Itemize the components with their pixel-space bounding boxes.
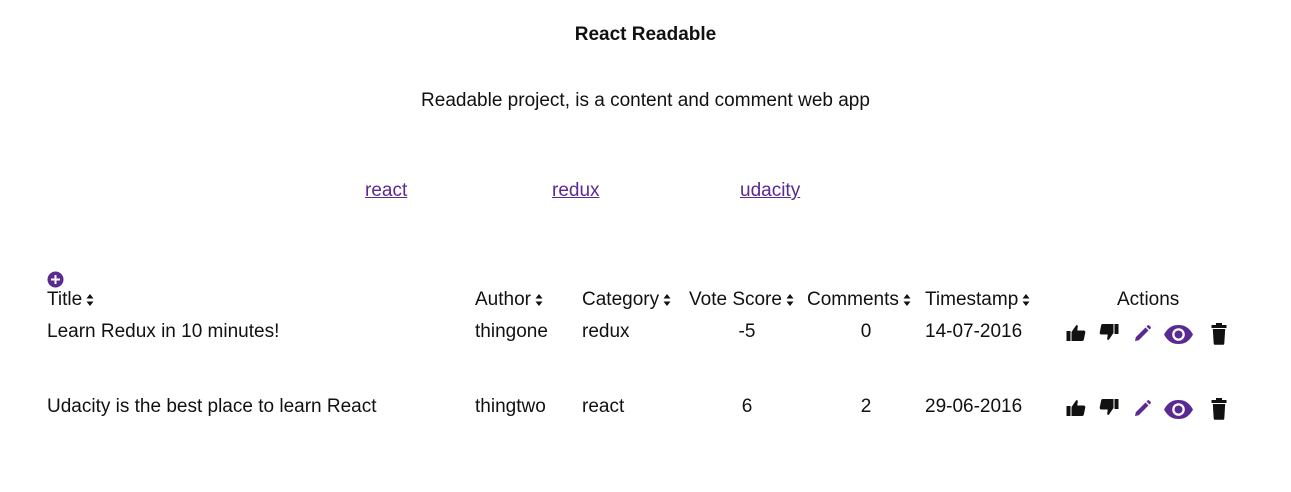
- trash-icon[interactable]: [1211, 323, 1227, 345]
- category-link-udacity[interactable]: udacity: [740, 180, 800, 202]
- column-header-comments-label: Comments: [807, 289, 899, 310]
- post-timestamp: 29-06-2016: [925, 396, 1023, 417]
- sort-icon: [903, 293, 911, 306]
- column-header-author[interactable]: Author: [475, 289, 543, 311]
- post-author: thingone: [475, 321, 548, 342]
- post-author: thingtwo: [475, 396, 546, 417]
- thumbs-down-icon[interactable]: [1099, 398, 1119, 416]
- post-title[interactable]: Udacity is the best place to learn React: [47, 396, 377, 418]
- eye-icon[interactable]: [1163, 399, 1194, 420]
- column-header-timestamp[interactable]: Timestamp: [925, 289, 1030, 311]
- column-header-title-label: Title: [47, 289, 83, 310]
- post-vote-score: 6: [741, 396, 753, 417]
- thumbs-down-icon[interactable]: [1099, 323, 1119, 341]
- post-timestamp: 14-07-2016: [925, 321, 1023, 342]
- column-header-vote-score[interactable]: Vote Score: [689, 289, 794, 311]
- eye-icon[interactable]: [1163, 324, 1194, 345]
- trash-icon[interactable]: [1211, 398, 1227, 420]
- column-header-title[interactable]: Title: [47, 289, 94, 311]
- column-header-author-label: Author: [475, 289, 531, 310]
- add-post-icon[interactable]: [47, 271, 64, 288]
- category-link-redux[interactable]: redux: [552, 180, 600, 202]
- post-comments: 0: [860, 321, 872, 342]
- post-category: redux: [582, 321, 630, 342]
- sort-icon: [1022, 293, 1030, 306]
- post-category: react: [582, 396, 625, 417]
- post-vote-score: -5: [738, 321, 756, 342]
- app-title: React Readable: [574, 24, 717, 45]
- column-header-category-label: Category: [582, 289, 660, 310]
- sort-icon: [663, 293, 671, 306]
- sort-icon: [786, 293, 794, 306]
- app-subtitle: Readable project, is a content and comme…: [421, 90, 870, 111]
- thumbs-up-icon[interactable]: [1066, 399, 1086, 417]
- column-header-actions: Actions: [1117, 289, 1180, 310]
- category-link-react[interactable]: react: [365, 180, 407, 202]
- sort-icon: [535, 293, 543, 306]
- column-header-timestamp-label: Timestamp: [925, 289, 1019, 310]
- thumbs-up-icon[interactable]: [1066, 324, 1086, 342]
- column-header-category[interactable]: Category: [582, 289, 671, 311]
- pencil-icon[interactable]: [1134, 400, 1151, 417]
- sort-icon: [86, 293, 94, 306]
- pencil-icon[interactable]: [1134, 325, 1151, 342]
- column-header-vote-score-label: Vote Score: [689, 289, 782, 310]
- post-title[interactable]: Learn Redux in 10 minutes!: [47, 321, 279, 343]
- post-comments: 2: [860, 396, 872, 417]
- column-header-comments[interactable]: Comments: [807, 289, 911, 311]
